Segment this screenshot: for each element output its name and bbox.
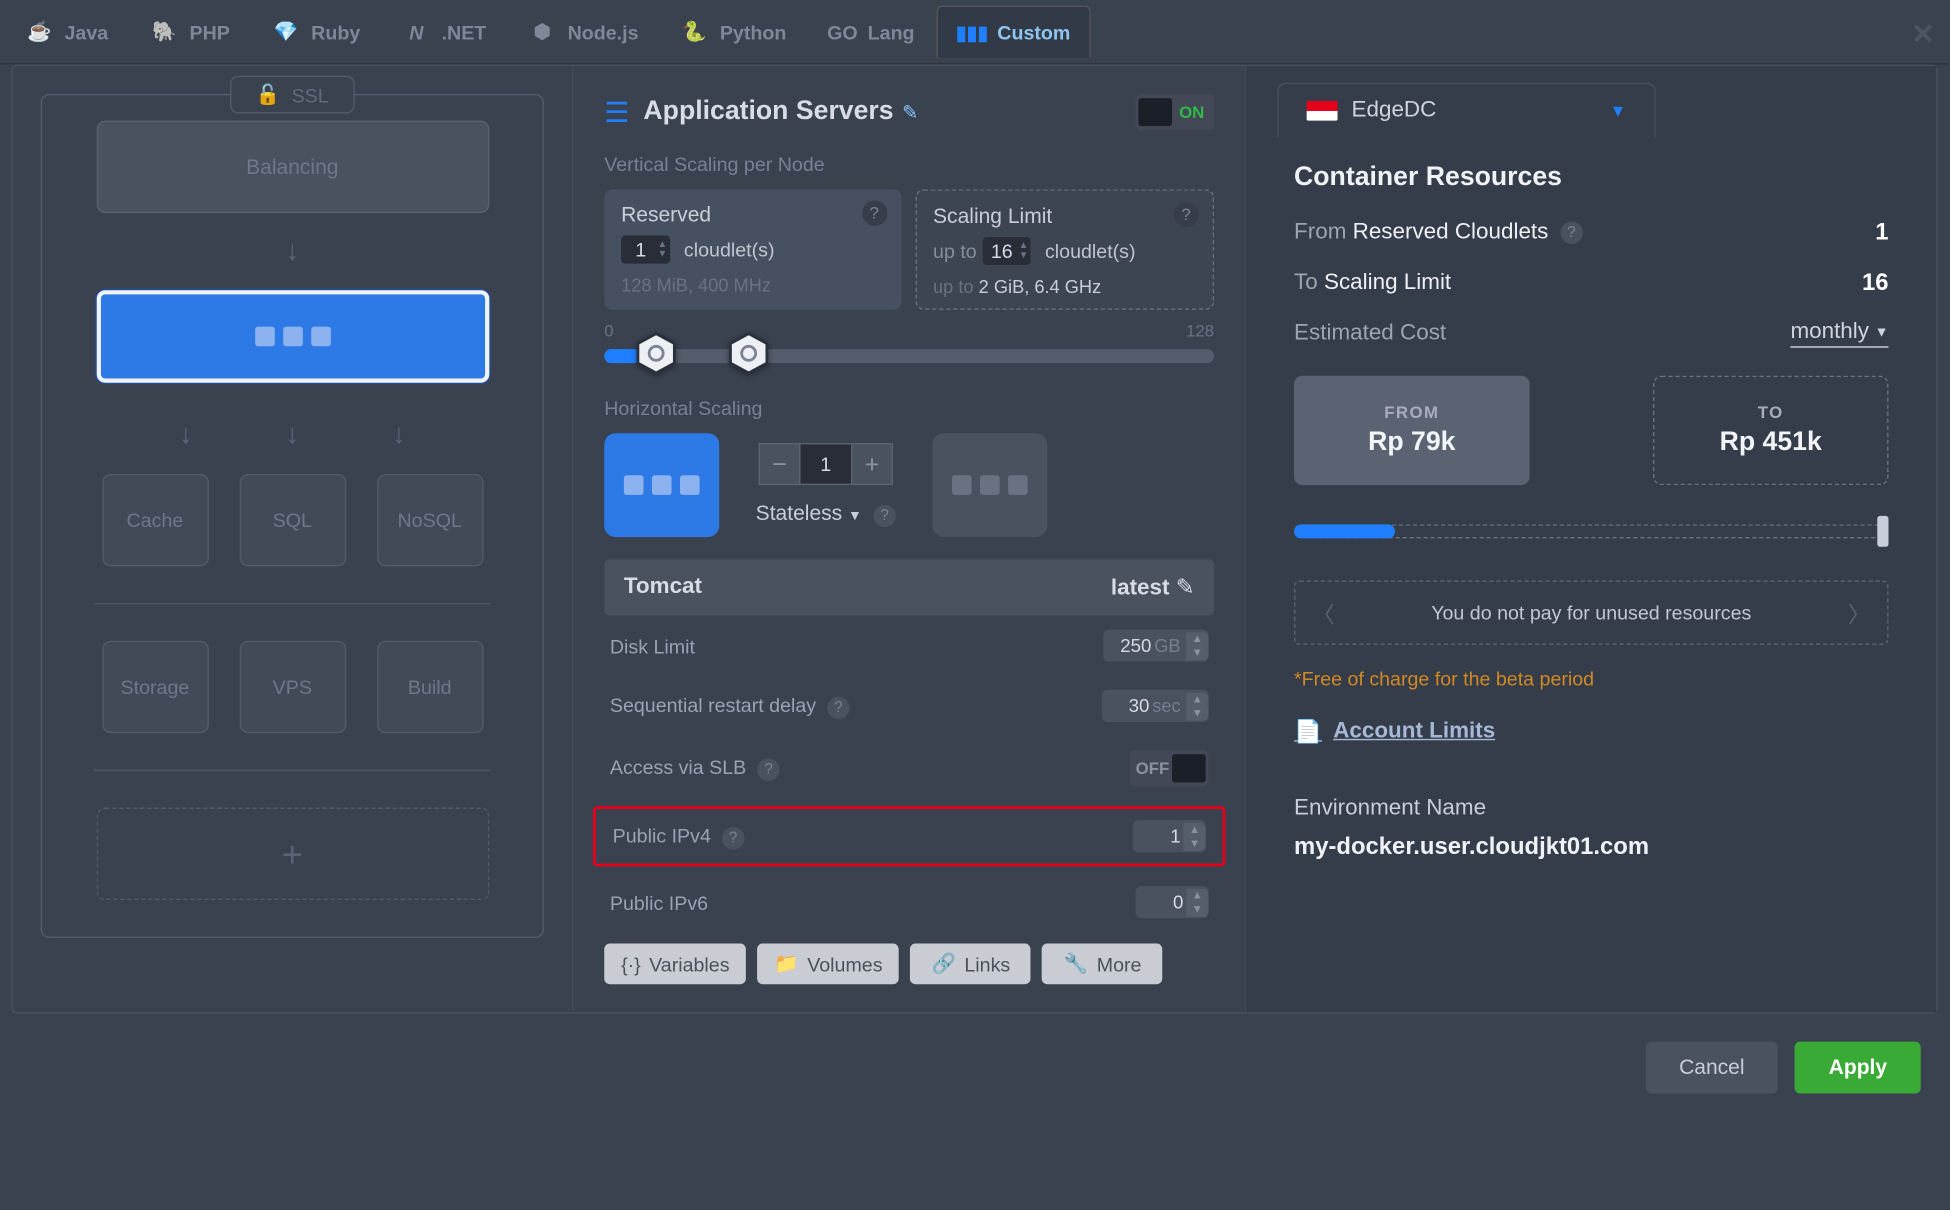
- help-icon[interactable]: ?: [827, 696, 849, 718]
- php-icon: 🐘: [150, 18, 178, 46]
- scaling-mode-dropdown[interactable]: Stateless ▼ ?: [756, 502, 896, 527]
- help-icon[interactable]: ?: [757, 758, 779, 780]
- reserved-card: Reserved ? ▲▼ cloudlet(s) 128 MiB, 400 M…: [604, 189, 901, 310]
- section-title: Application Servers: [643, 97, 893, 128]
- storage-node[interactable]: Storage: [102, 641, 209, 734]
- reserved-cloudlets-input[interactable]: ▲▼: [621, 236, 670, 264]
- wrench-icon: 🔧: [1064, 952, 1088, 976]
- chevron-left-icon[interactable]: 〈: [1312, 596, 1334, 630]
- close-icon[interactable]: ✕: [1911, 17, 1935, 52]
- ssl-toggle[interactable]: 🔓SSL: [229, 76, 355, 114]
- apply-button[interactable]: Apply: [1795, 1042, 1921, 1094]
- disk-limit-setting: Disk Limit GB▲▼: [604, 615, 1214, 675]
- cost-from-box: FROM Rp 79k: [1294, 376, 1530, 485]
- chevron-down-icon: ▼: [1610, 101, 1627, 121]
- folder-icon: 📁: [774, 952, 798, 976]
- increment-button[interactable]: +: [851, 443, 893, 485]
- appserver-toggle[interactable]: ON: [1136, 94, 1215, 130]
- restart-delay-input[interactable]: sec▲▼: [1102, 690, 1209, 722]
- period-dropdown[interactable]: monthly ▼: [1790, 320, 1888, 348]
- help-icon[interactable]: ?: [862, 200, 887, 225]
- vertical-scaling-label: Vertical Scaling per Node: [604, 153, 1214, 175]
- help-icon[interactable]: ?: [722, 826, 744, 848]
- links-button[interactable]: 🔗Links: [911, 944, 1032, 985]
- arrow-down-icon: ↓: [179, 419, 193, 451]
- dotnet-icon: N: [402, 18, 430, 46]
- resources-title: Container Resources: [1294, 163, 1888, 194]
- link-icon: 🔗: [932, 952, 956, 976]
- server-version-bar[interactable]: Tomcat latest ✎: [604, 559, 1214, 615]
- tab-ruby[interactable]: 💎Ruby: [252, 6, 380, 56]
- ipv4-count-input[interactable]: ▲▼: [1133, 820, 1206, 852]
- build-node[interactable]: Build: [376, 641, 483, 734]
- more-button[interactable]: 🔧More: [1042, 944, 1163, 985]
- python-icon: 🐍: [681, 18, 709, 46]
- sql-node[interactable]: SQL: [239, 474, 346, 567]
- cost-to-box: TO Rp 451k: [1653, 376, 1889, 485]
- public-ipv6-setting: Public IPv6 ▲▼: [604, 872, 1214, 932]
- cost-slider: [1294, 519, 1888, 544]
- edit-icon[interactable]: ✎: [902, 100, 918, 124]
- nosql-node[interactable]: NoSQL: [376, 474, 483, 567]
- cancel-button[interactable]: Cancel: [1645, 1042, 1778, 1094]
- datacenter-dropdown[interactable]: EdgeDC ▼: [1277, 83, 1656, 138]
- env-name-label: Environment Name: [1294, 796, 1888, 821]
- menu-icon[interactable]: ☰: [604, 95, 629, 130]
- cloudlet-slider[interactable]: 0 128: [604, 327, 1214, 377]
- tab-dotnet[interactable]: N.NET: [383, 6, 506, 56]
- info-carousel: 〈 You do not pay for unused resources 〉: [1294, 580, 1888, 644]
- slider-handle-limit[interactable]: [728, 332, 770, 374]
- help-icon[interactable]: ?: [1560, 222, 1582, 244]
- ruby-icon: 💎: [272, 18, 300, 46]
- app-server-node[interactable]: [96, 290, 489, 383]
- account-limits-link[interactable]: 📄Account Limits: [1294, 718, 1495, 746]
- arrow-down-icon: ↓: [285, 236, 299, 268]
- env-name-value: my-docker.user.cloudjkt01.com: [1294, 833, 1888, 861]
- public-ipv4-setting: Public IPv4 ? ▲▼: [593, 806, 1225, 866]
- volumes-button[interactable]: 📁Volumes: [758, 944, 900, 985]
- tab-php[interactable]: 🐘PHP: [131, 6, 250, 56]
- lock-open-icon: 🔓: [256, 83, 280, 107]
- balancing-node[interactable]: Balancing: [96, 121, 489, 214]
- slider-handle-reserved[interactable]: [635, 332, 677, 374]
- variables-button[interactable]: {·}Variables: [604, 944, 746, 985]
- topology-frame: 🔓SSL Balancing ↓ ↓ ↓ ↓ Cache SQL NoSQL S…: [41, 94, 544, 938]
- hscale-active-tile[interactable]: [604, 433, 719, 537]
- arrow-down-icon: ↓: [392, 419, 406, 451]
- tab-go[interactable]: GOLang: [809, 6, 934, 56]
- decrement-button[interactable]: −: [758, 443, 800, 485]
- add-layer-button[interactable]: +: [96, 808, 489, 901]
- java-icon: ☕: [25, 18, 53, 46]
- chevron-right-icon[interactable]: 〉: [1848, 596, 1870, 630]
- vps-node[interactable]: VPS: [239, 641, 346, 734]
- lang-tabs: ☕Java 🐘PHP 💎Ruby N.NET ⬢Node.js 🐍Python …: [0, 0, 1949, 64]
- braces-icon: {·}: [621, 953, 641, 975]
- help-icon[interactable]: ?: [1173, 202, 1198, 227]
- edit-icon[interactable]: ✎: [1176, 576, 1195, 600]
- scaling-limit-card: Scaling Limit ? up to ▲▼ cloudlet(s) up …: [915, 189, 1214, 310]
- go-icon: GO: [828, 18, 856, 46]
- help-icon[interactable]: ?: [873, 505, 895, 527]
- tab-custom[interactable]: ▮▮▮Custom: [937, 6, 1091, 58]
- slb-toggle[interactable]: OFF: [1130, 750, 1209, 786]
- arrow-down-icon: ↓: [285, 419, 299, 451]
- flag-icon: [1307, 101, 1338, 121]
- nodejs-icon: ⬢: [528, 18, 556, 46]
- horizontal-scaling-label: Horizontal Scaling: [604, 397, 1214, 419]
- tab-nodejs[interactable]: ⬢Node.js: [509, 6, 658, 56]
- slb-setting: Access via SLB ? OFF: [604, 736, 1214, 800]
- custom-icon: ▮▮▮: [958, 18, 986, 46]
- cache-node[interactable]: Cache: [102, 474, 209, 567]
- disk-limit-input[interactable]: GB▲▼: [1104, 629, 1209, 661]
- restart-delay-setting: Sequential restart delay ? sec▲▼: [604, 676, 1214, 736]
- beta-note: *Free of charge for the beta period: [1294, 667, 1888, 689]
- scaling-limit-input[interactable]: ▲▼: [982, 237, 1031, 265]
- tab-python[interactable]: 🐍Python: [661, 6, 806, 56]
- hscale-add-tile[interactable]: [932, 433, 1047, 537]
- document-icon: 📄: [1294, 718, 1322, 746]
- hscale-count-stepper[interactable]: − 1 +: [758, 443, 893, 485]
- tab-java[interactable]: ☕Java: [6, 6, 128, 56]
- ipv6-count-input[interactable]: ▲▼: [1136, 886, 1209, 918]
